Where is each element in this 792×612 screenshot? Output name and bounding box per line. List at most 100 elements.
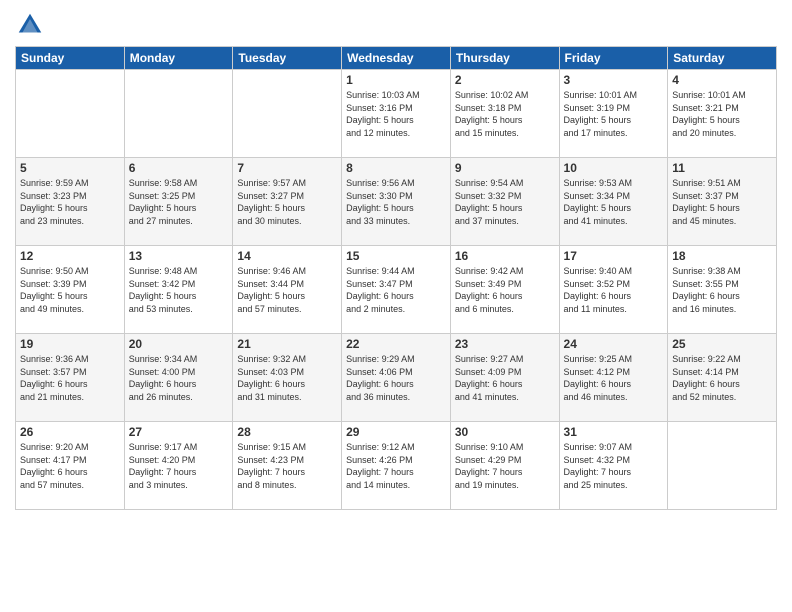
day-number: 6 xyxy=(129,161,229,175)
logo-icon xyxy=(15,10,45,40)
day-info: Sunrise: 10:03 AM Sunset: 3:16 PM Daylig… xyxy=(346,89,446,139)
calendar-cell: 29 Sunrise: 9:12 AM Sunset: 4:26 PM Dayli… xyxy=(342,422,451,510)
day-info: Sunrise: 9:57 AM Sunset: 3:27 PM Dayligh… xyxy=(237,177,337,227)
week-row-4: 19 Sunrise: 9:36 AM Sunset: 3:57 PM Dayli… xyxy=(16,334,777,422)
day-number: 1 xyxy=(346,73,446,87)
calendar-cell: 9 Sunrise: 9:54 AM Sunset: 3:32 PM Daylig… xyxy=(450,158,559,246)
weekday-header-monday: Monday xyxy=(124,47,233,70)
calendar-cell: 4Sunrise: 10:01 AM Sunset: 3:21 PM Dayli… xyxy=(668,70,777,158)
day-number: 14 xyxy=(237,249,337,263)
day-number: 19 xyxy=(20,337,120,351)
day-number: 28 xyxy=(237,425,337,439)
day-number: 15 xyxy=(346,249,446,263)
header xyxy=(15,10,777,40)
calendar-cell: 10 Sunrise: 9:53 AM Sunset: 3:34 PM Dayli… xyxy=(559,158,668,246)
day-number: 2 xyxy=(455,73,555,87)
calendar-cell: 30Sunrise: 9:10 AM Sunset: 4:29 PM Dayli… xyxy=(450,422,559,510)
day-number: 30 xyxy=(455,425,555,439)
day-info: Sunrise: 9:12 AM Sunset: 4:26 PM Dayligh… xyxy=(346,441,446,491)
day-info: Sunrise: 9:34 AM Sunset: 4:00 PM Dayligh… xyxy=(129,353,229,403)
calendar-cell: 1 Sunrise: 10:03 AM Sunset: 3:16 PM Dayli… xyxy=(342,70,451,158)
day-number: 11 xyxy=(672,161,772,175)
day-number: 10 xyxy=(564,161,664,175)
calendar-cell: 21 Sunrise: 9:32 AM Sunset: 4:03 PM Dayli… xyxy=(233,334,342,422)
day-number: 17 xyxy=(564,249,664,263)
calendar-cell: 13 Sunrise: 9:48 AM Sunset: 3:42 PM Dayli… xyxy=(124,246,233,334)
calendar-cell: 11 Sunrise: 9:51 AM Sunset: 3:37 PM Dayli… xyxy=(668,158,777,246)
day-number: 9 xyxy=(455,161,555,175)
week-row-1: 1 Sunrise: 10:03 AM Sunset: 3:16 PM Dayli… xyxy=(16,70,777,158)
calendar-cell: 22Sunrise: 9:29 AM Sunset: 4:06 PM Dayli… xyxy=(342,334,451,422)
day-info: Sunrise: 9:51 AM Sunset: 3:37 PM Dayligh… xyxy=(672,177,772,227)
calendar-cell: 5 Sunrise: 9:59 AM Sunset: 3:23 PM Daylig… xyxy=(16,158,125,246)
calendar-cell: 26Sunrise: 9:20 AM Sunset: 4:17 PM Dayli… xyxy=(16,422,125,510)
day-info: Sunrise: 9:53 AM Sunset: 3:34 PM Dayligh… xyxy=(564,177,664,227)
calendar-cell xyxy=(233,70,342,158)
calendar-cell: 24 Sunrise: 9:25 AM Sunset: 4:12 PM Dayli… xyxy=(559,334,668,422)
day-number: 18 xyxy=(672,249,772,263)
calendar-table: SundayMondayTuesdayWednesdayThursdayFrid… xyxy=(15,46,777,510)
day-number: 23 xyxy=(455,337,555,351)
weekday-header-sunday: Sunday xyxy=(16,47,125,70)
calendar-cell xyxy=(16,70,125,158)
calendar-cell: 7 Sunrise: 9:57 AM Sunset: 3:27 PM Daylig… xyxy=(233,158,342,246)
day-number: 21 xyxy=(237,337,337,351)
day-info: Sunrise: 9:27 AM Sunset: 4:09 PM Dayligh… xyxy=(455,353,555,403)
calendar-cell: 19 Sunrise: 9:36 AM Sunset: 3:57 PM Dayli… xyxy=(16,334,125,422)
day-info: Sunrise: 9:46 AM Sunset: 3:44 PM Dayligh… xyxy=(237,265,337,315)
weekday-header-saturday: Saturday xyxy=(668,47,777,70)
day-info: Sunrise: 9:54 AM Sunset: 3:32 PM Dayligh… xyxy=(455,177,555,227)
day-info: Sunrise: 10:01 AM Sunset: 3:21 PM Daylig… xyxy=(672,89,772,139)
day-info: Sunrise: 9:56 AM Sunset: 3:30 PM Dayligh… xyxy=(346,177,446,227)
day-info: Sunrise: 9:36 AM Sunset: 3:57 PM Dayligh… xyxy=(20,353,120,403)
week-row-2: 5 Sunrise: 9:59 AM Sunset: 3:23 PM Daylig… xyxy=(16,158,777,246)
calendar-cell: 31 Sunrise: 9:07 AM Sunset: 4:32 PM Dayli… xyxy=(559,422,668,510)
day-number: 16 xyxy=(455,249,555,263)
calendar-cell: 8Sunrise: 9:56 AM Sunset: 3:30 PM Daylig… xyxy=(342,158,451,246)
day-info: Sunrise: 9:59 AM Sunset: 3:23 PM Dayligh… xyxy=(20,177,120,227)
weekday-header-friday: Friday xyxy=(559,47,668,70)
week-row-3: 12Sunrise: 9:50 AM Sunset: 3:39 PM Dayli… xyxy=(16,246,777,334)
day-number: 22 xyxy=(346,337,446,351)
day-info: Sunrise: 9:42 AM Sunset: 3:49 PM Dayligh… xyxy=(455,265,555,315)
day-info: Sunrise: 9:44 AM Sunset: 3:47 PM Dayligh… xyxy=(346,265,446,315)
day-number: 25 xyxy=(672,337,772,351)
calendar-cell: 18 Sunrise: 9:38 AM Sunset: 3:55 PM Dayli… xyxy=(668,246,777,334)
calendar-cell: 25 Sunrise: 9:22 AM Sunset: 4:14 PM Dayli… xyxy=(668,334,777,422)
day-info: Sunrise: 9:48 AM Sunset: 3:42 PM Dayligh… xyxy=(129,265,229,315)
day-info: Sunrise: 9:58 AM Sunset: 3:25 PM Dayligh… xyxy=(129,177,229,227)
day-info: Sunrise: 9:15 AM Sunset: 4:23 PM Dayligh… xyxy=(237,441,337,491)
weekday-header-tuesday: Tuesday xyxy=(233,47,342,70)
day-info: Sunrise: 9:38 AM Sunset: 3:55 PM Dayligh… xyxy=(672,265,772,315)
day-number: 7 xyxy=(237,161,337,175)
day-number: 27 xyxy=(129,425,229,439)
calendar-cell xyxy=(124,70,233,158)
calendar-cell: 14 Sunrise: 9:46 AM Sunset: 3:44 PM Dayli… xyxy=(233,246,342,334)
day-number: 29 xyxy=(346,425,446,439)
day-info: Sunrise: 9:40 AM Sunset: 3:52 PM Dayligh… xyxy=(564,265,664,315)
day-number: 31 xyxy=(564,425,664,439)
day-number: 5 xyxy=(20,161,120,175)
calendar-cell: 2Sunrise: 10:02 AM Sunset: 3:18 PM Dayli… xyxy=(450,70,559,158)
day-info: Sunrise: 9:25 AM Sunset: 4:12 PM Dayligh… xyxy=(564,353,664,403)
day-info: Sunrise: 9:17 AM Sunset: 4:20 PM Dayligh… xyxy=(129,441,229,491)
calendar-cell: 28 Sunrise: 9:15 AM Sunset: 4:23 PM Dayli… xyxy=(233,422,342,510)
day-info: Sunrise: 9:32 AM Sunset: 4:03 PM Dayligh… xyxy=(237,353,337,403)
day-info: Sunrise: 9:20 AM Sunset: 4:17 PM Dayligh… xyxy=(20,441,120,491)
weekday-header-thursday: Thursday xyxy=(450,47,559,70)
week-row-5: 26Sunrise: 9:20 AM Sunset: 4:17 PM Dayli… xyxy=(16,422,777,510)
weekday-header-row: SundayMondayTuesdayWednesdayThursdayFrid… xyxy=(16,47,777,70)
calendar-cell: 17 Sunrise: 9:40 AM Sunset: 3:52 PM Dayli… xyxy=(559,246,668,334)
calendar-cell xyxy=(668,422,777,510)
calendar-cell: 27 Sunrise: 9:17 AM Sunset: 4:20 PM Dayli… xyxy=(124,422,233,510)
logo xyxy=(15,10,49,40)
day-number: 24 xyxy=(564,337,664,351)
day-number: 20 xyxy=(129,337,229,351)
day-info: Sunrise: 9:07 AM Sunset: 4:32 PM Dayligh… xyxy=(564,441,664,491)
page-container: SundayMondayTuesdayWednesdayThursdayFrid… xyxy=(0,0,792,612)
calendar-cell: 16 Sunrise: 9:42 AM Sunset: 3:49 PM Dayli… xyxy=(450,246,559,334)
day-info: Sunrise: 9:22 AM Sunset: 4:14 PM Dayligh… xyxy=(672,353,772,403)
day-number: 13 xyxy=(129,249,229,263)
day-info: Sunrise: 10:01 AM Sunset: 3:19 PM Daylig… xyxy=(564,89,664,139)
day-number: 12 xyxy=(20,249,120,263)
